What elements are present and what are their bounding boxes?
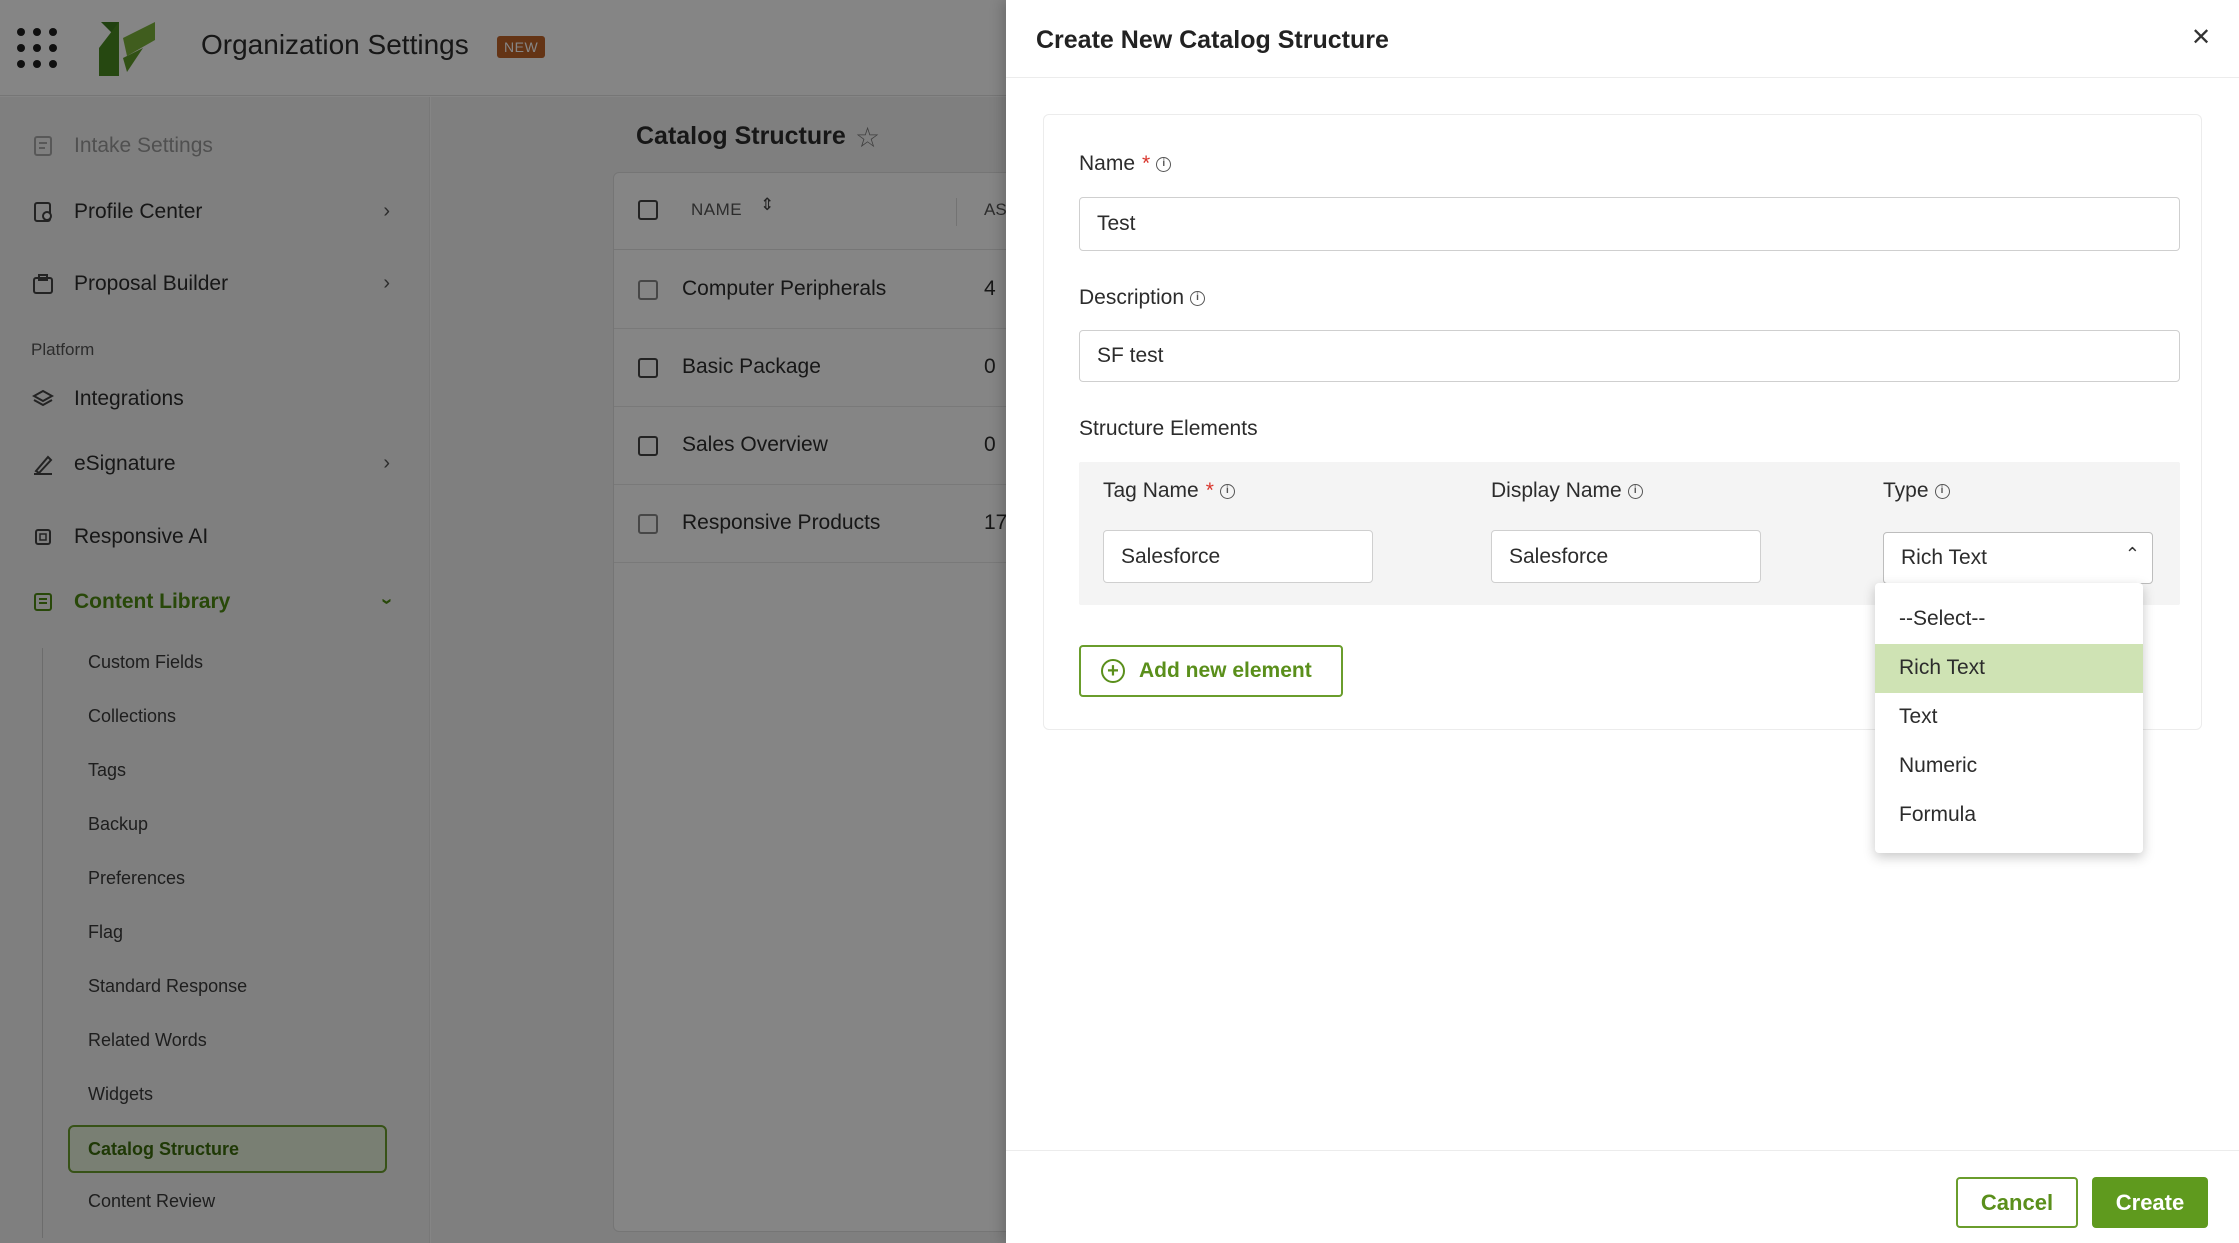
type-select[interactable]: Rich Text ⌃ [1883, 532, 2153, 584]
display-name-label: Display Name i [1491, 479, 1643, 503]
create-button[interactable]: Create [2092, 1177, 2208, 1228]
tag-name-input[interactable] [1103, 530, 1373, 583]
display-name-input[interactable] [1491, 530, 1761, 583]
name-input[interactable] [1079, 197, 2180, 251]
type-label: Type i [1883, 479, 1950, 503]
info-icon[interactable]: i [1934, 483, 1950, 499]
close-icon[interactable]: ✕ [2187, 24, 2215, 52]
description-input[interactable] [1079, 330, 2180, 382]
add-new-element-label: Add new element [1139, 659, 1312, 682]
info-icon[interactable]: i [1156, 156, 1172, 172]
drawer-title: Create New Catalog Structure [1036, 26, 1389, 54]
type-label-text: Type [1883, 479, 1929, 502]
add-new-element-button[interactable]: + Add new element [1079, 645, 1343, 697]
chevron-up-icon: ⌃ [2124, 544, 2140, 564]
cancel-button[interactable]: Cancel [1956, 1177, 2078, 1228]
name-label-text: Name [1079, 152, 1136, 175]
required-marker: * [1205, 479, 1214, 502]
type-dropdown-menu: --Select-- Rich Text Text Numeric Formul… [1875, 583, 2143, 853]
type-option-rich-text[interactable]: Rich Text [1875, 644, 2143, 693]
type-option-select[interactable]: --Select-- [1875, 595, 2143, 644]
display-name-label-text: Display Name [1491, 479, 1622, 502]
name-label: Name * i [1079, 152, 1172, 176]
info-icon[interactable]: i [1219, 483, 1235, 499]
info-icon[interactable]: i [1190, 290, 1206, 306]
plus-circle-icon: + [1101, 659, 1125, 683]
description-label-text: Description [1079, 286, 1185, 309]
info-icon[interactable]: i [1627, 483, 1643, 499]
required-marker: * [1142, 152, 1151, 175]
tag-name-label-text: Tag Name [1103, 479, 1199, 502]
drawer-header: Create New Catalog Structure ✕ [1006, 0, 2239, 78]
drawer-footer: Cancel Create [1006, 1150, 2239, 1243]
tag-name-label: Tag Name * i [1103, 479, 1235, 503]
structure-elements-label: Structure Elements [1079, 417, 1258, 440]
type-option-text[interactable]: Text [1875, 693, 2143, 742]
type-option-formula[interactable]: Formula [1875, 791, 2143, 840]
type-select-value: Rich Text [1901, 546, 1987, 569]
type-option-numeric[interactable]: Numeric [1875, 742, 2143, 791]
description-label: Description i [1079, 286, 1206, 310]
modal-backdrop[interactable] [0, 0, 1006, 1243]
